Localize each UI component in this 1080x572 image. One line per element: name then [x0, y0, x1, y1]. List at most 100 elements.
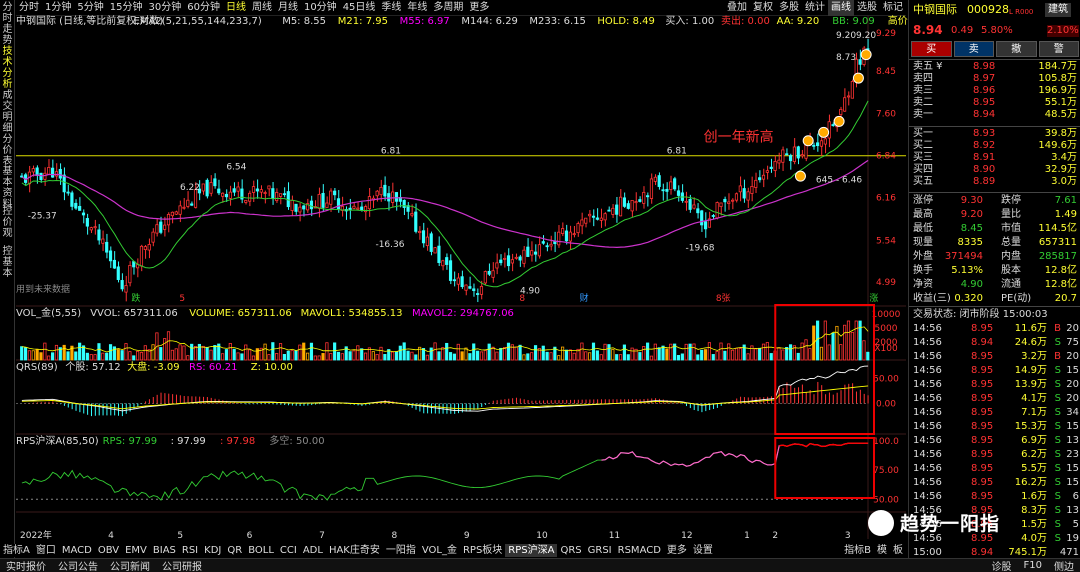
indicator-tab-11[interactable]: ADL: [300, 544, 326, 557]
signal-circle-icon: [833, 115, 845, 127]
status-link-2[interactable]: 公司新闻: [104, 558, 156, 572]
period-4[interactable]: 30分钟: [145, 0, 184, 16]
tick-time: 14:56: [913, 449, 942, 460]
sidebar-tab-0[interactable]: 分时走势: [1, 2, 14, 46]
signal-marker-2: 8: [519, 294, 525, 304]
tick-time: 14:56: [913, 393, 942, 404]
period-13[interactable]: 多周期: [430, 0, 466, 16]
indicator-tab-14[interactable]: VOL_金: [419, 544, 460, 557]
indicator-tab-16[interactable]: RPS沪深A: [505, 544, 558, 557]
period-6[interactable]: 日线: [223, 0, 249, 16]
sidebar-tab-1[interactable]: 技术分析: [1, 46, 14, 90]
tick-count: 20: [1066, 351, 1079, 362]
candle-body: [549, 243, 553, 247]
bottom-right-tab-0[interactable]: 指标B: [841, 544, 874, 557]
tick-row: 14:56 8.95 1.6万 S 6: [909, 490, 1080, 504]
indicator-tab-2[interactable]: MACD: [59, 544, 95, 557]
candle-body: [425, 236, 429, 247]
indicator-tab-8[interactable]: QR: [224, 544, 245, 557]
indicator-tab-6[interactable]: RSI: [179, 544, 201, 557]
period-12[interactable]: 年线: [404, 0, 430, 16]
trade-button-2[interactable]: 撤: [996, 41, 1037, 57]
status-right-1[interactable]: F10: [1018, 560, 1048, 571]
period-11[interactable]: 季线: [378, 0, 404, 16]
trade-button-1[interactable]: 卖: [953, 41, 994, 57]
toolbar-right-5[interactable]: 选股: [854, 0, 880, 16]
tick-row: 14:56 8.95 3.2万 B 20: [909, 350, 1080, 364]
indicator-tab-15[interactable]: RPS板块: [460, 544, 505, 557]
indicator-tab-18[interactable]: GRSI: [585, 544, 615, 557]
indicator-tab-0[interactable]: 指标A: [0, 544, 33, 557]
candle-body: [522, 249, 526, 264]
indicator-tab-7[interactable]: KDJ: [201, 544, 224, 557]
candle-body: [661, 189, 665, 192]
toolbar-right-4[interactable]: 画线: [828, 0, 854, 16]
indicator-tab-4[interactable]: EMV: [122, 544, 150, 557]
indicator-tab-20[interactable]: 更多: [664, 544, 690, 557]
toolbar-right-0[interactable]: 叠加: [724, 0, 750, 16]
kline-chart-svg[interactable]: 创一年新高 9.20 8.73 6.81 6.81 6.54 6.22 -25.37 -16.3…: [16, 16, 906, 539]
candle-body: [317, 193, 321, 209]
candle-body: [155, 224, 159, 234]
sidebar-tab-5[interactable]: 控价观: [1, 206, 14, 239]
period-0[interactable]: 分时: [16, 0, 42, 16]
sidebar-tab-2[interactable]: 成交明细: [1, 90, 14, 134]
indicator-tab-5[interactable]: BIAS: [150, 544, 179, 557]
sector-badge[interactable]: 建筑: [1045, 3, 1071, 17]
volume-bar: [174, 348, 178, 361]
period-9[interactable]: 10分钟: [301, 0, 340, 16]
volume-bar: [533, 345, 538, 361]
status-right-0[interactable]: 诊股: [986, 558, 1018, 572]
toolbar-right-1[interactable]: 复权: [750, 0, 776, 16]
candle-body: [278, 193, 283, 197]
status-link-1[interactable]: 公司公告: [52, 558, 104, 572]
period-2[interactable]: 5分钟: [74, 0, 106, 16]
sidebar-tab-6[interactable]: 控基本: [1, 246, 14, 279]
bottom-right-tab-1[interactable]: 模: [874, 544, 890, 557]
indicator-tab-13[interactable]: 一阳指: [383, 544, 419, 557]
indicator-tab-1[interactable]: 窗口: [33, 544, 59, 557]
sidebar-tab-4[interactable]: 基本资料: [1, 166, 14, 210]
candle-body: [514, 256, 518, 259]
indicator-tab-10[interactable]: CCI: [277, 544, 300, 557]
volume-bar: [800, 342, 804, 361]
volume-bar: [193, 346, 198, 361]
trade-button-0[interactable]: 买: [911, 41, 952, 57]
status-link-0[interactable]: 实时报价: [0, 558, 52, 572]
bottom-right-tab-2[interactable]: 板: [890, 544, 906, 557]
toolbar-right-2[interactable]: 多股: [776, 0, 802, 16]
period-8[interactable]: 月线: [275, 0, 301, 16]
period-3[interactable]: 15分钟: [107, 0, 146, 16]
volume-bar: [696, 354, 700, 361]
indicator-tab-12[interactable]: HAK庄奇安: [326, 544, 383, 557]
new-high-label: 创一年新高: [704, 129, 774, 146]
indicator-tab-9[interactable]: BOLL: [245, 544, 277, 557]
rps-axis-2: 50.00: [873, 495, 899, 505]
indicator-tab-21[interactable]: 设置: [690, 544, 716, 557]
trade-button-3[interactable]: 警: [1038, 41, 1079, 57]
quote-row: 涨停 9.30 跌停 7.61: [909, 194, 1080, 208]
volume-bar: [618, 354, 623, 361]
indicator-tab-17[interactable]: QRS: [557, 544, 584, 557]
date-label-1: 4: [108, 531, 114, 539]
tick-volume: 16.2万: [1014, 477, 1047, 488]
toolbar-right-6[interactable]: 标记: [880, 0, 906, 16]
status-link-3[interactable]: 公司研报: [156, 558, 208, 572]
volume-bar: [151, 344, 155, 361]
volume-bar: [143, 345, 147, 361]
volume-bar: [205, 347, 209, 361]
period-7[interactable]: 周线: [249, 0, 275, 16]
period-14[interactable]: 更多: [466, 0, 492, 16]
sidebar-tab-3[interactable]: 分价表: [1, 134, 14, 167]
period-10[interactable]: 45日线: [340, 0, 379, 16]
candle-body: [116, 266, 120, 280]
period-1[interactable]: 1分钟: [42, 0, 74, 16]
book-volume: 3.4万: [1051, 152, 1077, 163]
toolbar-right-3[interactable]: 统计: [802, 0, 828, 16]
volume-bar: [360, 348, 364, 361]
status-right-2[interactable]: 侧边: [1048, 558, 1080, 572]
chart-area[interactable]: 创一年新高 9.20 8.73 6.81 6.81 6.54 6.22 -25.37 -16.3…: [16, 16, 1078, 539]
indicator-tab-3[interactable]: OBV: [95, 544, 122, 557]
indicator-tab-19[interactable]: RSMACD: [615, 544, 664, 557]
period-5[interactable]: 60分钟: [184, 0, 223, 16]
